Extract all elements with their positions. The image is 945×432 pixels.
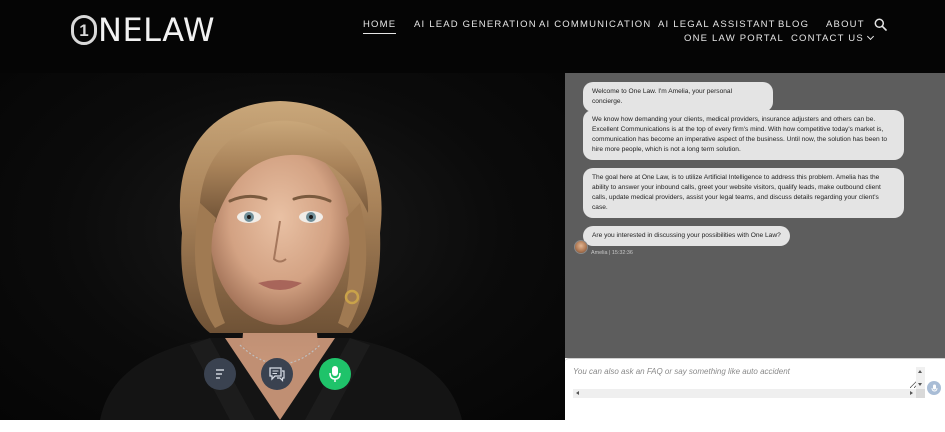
menu-button[interactable] [204, 358, 236, 390]
scroll-left-arrow-icon[interactable] [576, 391, 579, 395]
nav-about[interactable]: ABOUT [826, 19, 865, 30]
nav-one-law-portal[interactable]: ONE LAW PORTAL [684, 33, 784, 44]
chat-bubbles-icon [269, 367, 285, 382]
logo-mark: 1 [71, 15, 97, 45]
nav-home[interactable]: HOME [363, 19, 397, 34]
microphone-icon [931, 384, 937, 391]
agent-avatar [574, 240, 588, 254]
scroll-up-arrow-icon[interactable] [918, 370, 922, 373]
nav-contact-us[interactable]: CONTACT US [791, 32, 874, 44]
chat-message: We know how demanding your clients, medi… [583, 110, 904, 160]
chat-input-area [565, 358, 945, 420]
menu-lines-icon [216, 369, 224, 379]
nav-ai-lead-generation[interactable]: AI LEAD GENERATION [414, 19, 537, 30]
vertical-scrollbar[interactable] [916, 367, 925, 389]
onelaw-logo[interactable]: 1 NELAW [71, 13, 215, 47]
chat-message: The goal here at One Law, is to utilize … [583, 168, 904, 218]
nav-blog[interactable]: BLOG [778, 19, 809, 30]
page-footer-strip [0, 420, 945, 432]
scrollbar-corner [916, 389, 925, 398]
avatar-stage [0, 73, 565, 420]
message-meta: Amelia | 15:32:36 [591, 250, 633, 256]
nav-ai-communication[interactable]: AI COMMUNICATION [539, 19, 651, 30]
search-icon[interactable] [874, 18, 887, 31]
microphone-icon [329, 366, 341, 382]
horizontal-scrollbar[interactable] [573, 389, 916, 398]
chat-button[interactable] [261, 358, 293, 390]
input-mic-button[interactable] [927, 381, 941, 395]
scroll-right-arrow-icon[interactable] [910, 391, 913, 395]
chevron-down-icon [866, 32, 874, 41]
scroll-down-arrow-icon[interactable] [918, 383, 922, 386]
nav-ai-legal-assistant[interactable]: AI LEGAL ASSISTANT [658, 19, 776, 30]
chat-message: Are you interested in discussing your po… [583, 226, 790, 246]
logo-text: NELAW [98, 11, 215, 49]
site-header: 1 NELAW HOME AI LEAD GENERATION AI COMMU… [0, 0, 945, 73]
nav-contact-us-label: CONTACT US [791, 33, 864, 44]
chat-message: Welcome to One Law. I'm Amelia, your per… [583, 82, 773, 112]
chat-transcript[interactable]: Welcome to One Law. I'm Amelia, your per… [565, 73, 945, 358]
microphone-button[interactable] [319, 358, 351, 390]
chat-input[interactable] [573, 367, 918, 389]
